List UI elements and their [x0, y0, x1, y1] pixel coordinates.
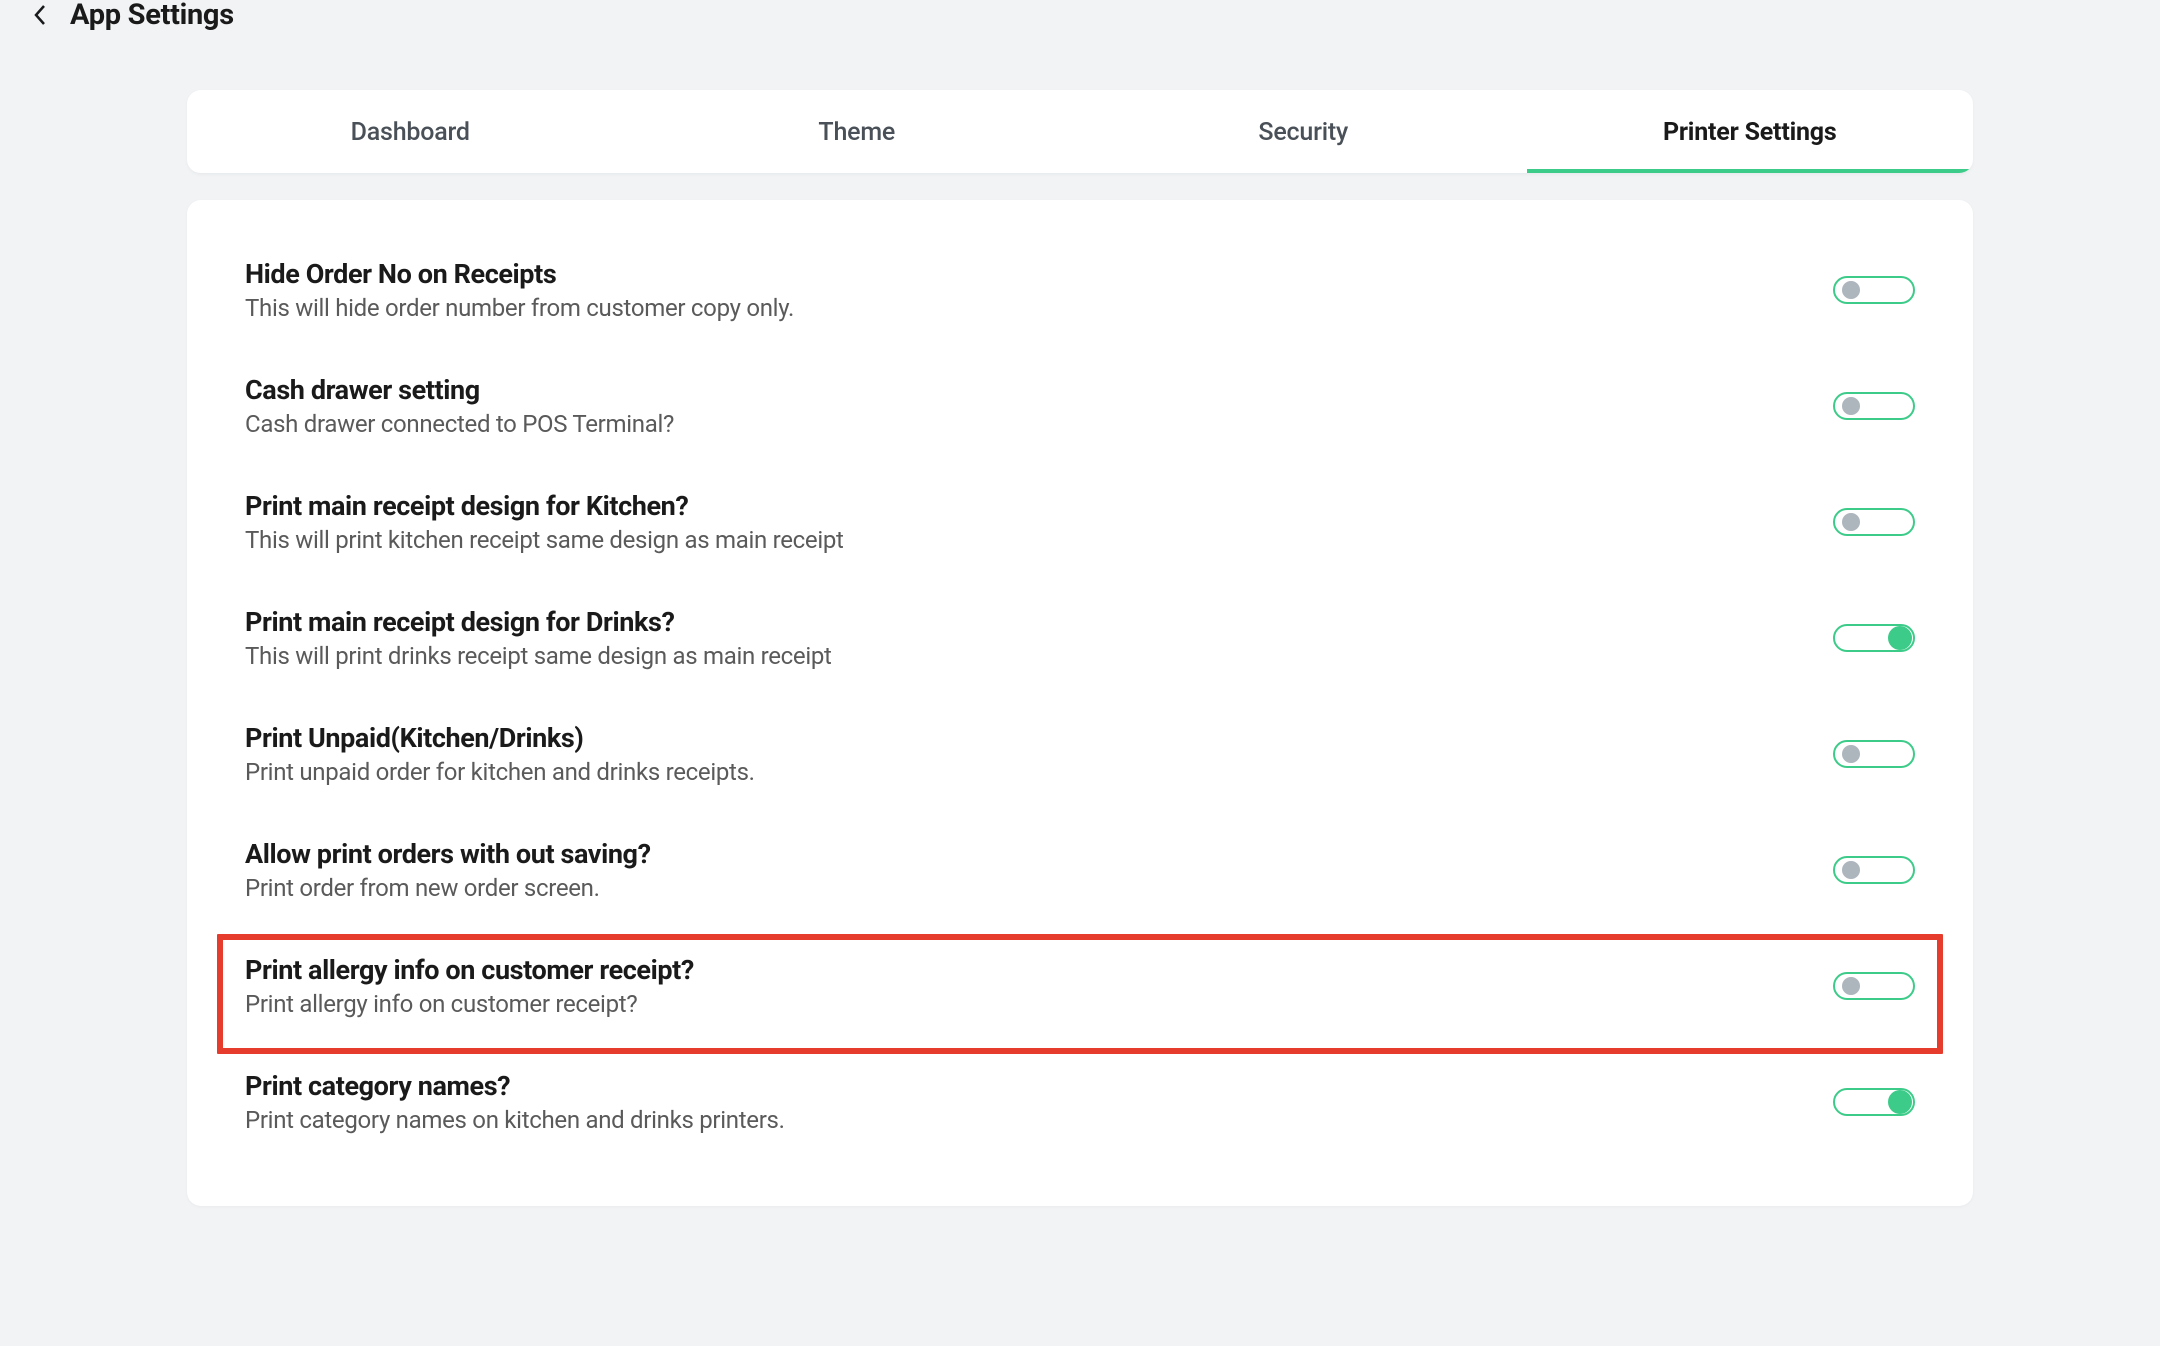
tab-theme[interactable]: Theme — [634, 90, 1081, 173]
setting-row-kitchen-design: Print main receipt design for Kitchen? Th… — [245, 464, 1915, 580]
back-chevron-icon[interactable] — [30, 5, 50, 25]
setting-row-cash-drawer: Cash drawer setting Cash drawer connected… — [245, 348, 1915, 464]
setting-row-print-allergy: Print allergy info on customer receipt? P… — [245, 928, 1915, 1044]
setting-row-print-category: Print category names? Print category name… — [245, 1044, 1915, 1160]
tab-label: Dashboard — [351, 118, 470, 147]
setting-description: Print allergy info on customer receipt? — [245, 990, 1833, 1018]
tab-label: Printer Settings — [1663, 118, 1837, 147]
setting-description: This will print drinks receipt same desi… — [245, 642, 1833, 670]
setting-row-drinks-design: Print main receipt design for Drinks? Thi… — [245, 580, 1915, 696]
toggle-drinks-design[interactable] — [1833, 624, 1915, 652]
toggle-knob — [1842, 977, 1860, 995]
setting-text: Hide Order No on Receipts This will hide … — [245, 258, 1833, 322]
setting-description: Print category names on kitchen and drin… — [245, 1106, 1833, 1134]
setting-text: Print allergy info on customer receipt? P… — [245, 954, 1833, 1018]
setting-title: Print category names? — [245, 1070, 1833, 1102]
toggle-knob — [1842, 745, 1860, 763]
setting-text: Print category names? Print category name… — [245, 1070, 1833, 1134]
setting-row-print-without-save: Allow print orders with out saving? Print… — [245, 812, 1915, 928]
tab-label: Theme — [818, 118, 895, 147]
toggle-knob — [1842, 281, 1860, 299]
setting-title: Hide Order No on Receipts — [245, 258, 1833, 290]
setting-row-hide-order-no: Hide Order No on Receipts This will hide … — [245, 246, 1915, 348]
setting-description: This will print kitchen receipt same des… — [245, 526, 1833, 554]
setting-text: Cash drawer setting Cash drawer connected… — [245, 374, 1833, 438]
setting-title: Print Unpaid(Kitchen/Drinks) — [245, 722, 1833, 754]
tabs-bar: Dashboard Theme Security Printer Settings — [187, 90, 1973, 174]
setting-title: Print main receipt design for Kitchen? — [245, 490, 1833, 522]
page-title: App Settings — [70, 0, 234, 32]
setting-text: Print Unpaid(Kitchen/Drinks) Print unpaid… — [245, 722, 1833, 786]
toggle-knob — [1888, 1090, 1912, 1114]
setting-description: Print unpaid order for kitchen and drink… — [245, 758, 1833, 786]
toggle-print-category[interactable] — [1833, 1088, 1915, 1116]
setting-text: Allow print orders with out saving? Print… — [245, 838, 1833, 902]
setting-description: Cash drawer connected to POS Terminal? — [245, 410, 1833, 438]
toggle-knob — [1842, 513, 1860, 531]
toggle-knob — [1842, 861, 1860, 879]
toggle-knob — [1842, 397, 1860, 415]
setting-row-print-unpaid: Print Unpaid(Kitchen/Drinks) Print unpaid… — [245, 696, 1915, 812]
toggle-kitchen-design[interactable] — [1833, 508, 1915, 536]
tab-label: Security — [1258, 118, 1348, 147]
toggle-print-allergy[interactable] — [1833, 972, 1915, 1000]
setting-title: Print allergy info on customer receipt? — [245, 954, 1833, 986]
setting-title: Print main receipt design for Drinks? — [245, 606, 1833, 638]
setting-title: Cash drawer setting — [245, 374, 1833, 406]
settings-panel: Hide Order No on Receipts This will hide … — [187, 200, 1973, 1206]
tab-dashboard[interactable]: Dashboard — [187, 90, 634, 173]
toggle-hide-order-no[interactable] — [1833, 276, 1915, 304]
toggle-cash-drawer[interactable] — [1833, 392, 1915, 420]
setting-text: Print main receipt design for Kitchen? Th… — [245, 490, 1833, 554]
setting-description: This will hide order number from custome… — [245, 294, 1833, 322]
setting-text: Print main receipt design for Drinks? Thi… — [245, 606, 1833, 670]
toggle-knob — [1888, 626, 1912, 650]
toggle-print-without-save[interactable] — [1833, 856, 1915, 884]
tab-security[interactable]: Security — [1080, 90, 1527, 173]
setting-description: Print order from new order screen. — [245, 874, 1833, 902]
toggle-print-unpaid[interactable] — [1833, 740, 1915, 768]
setting-title: Allow print orders with out saving? — [245, 838, 1833, 870]
tab-printer-settings[interactable]: Printer Settings — [1527, 90, 1974, 173]
